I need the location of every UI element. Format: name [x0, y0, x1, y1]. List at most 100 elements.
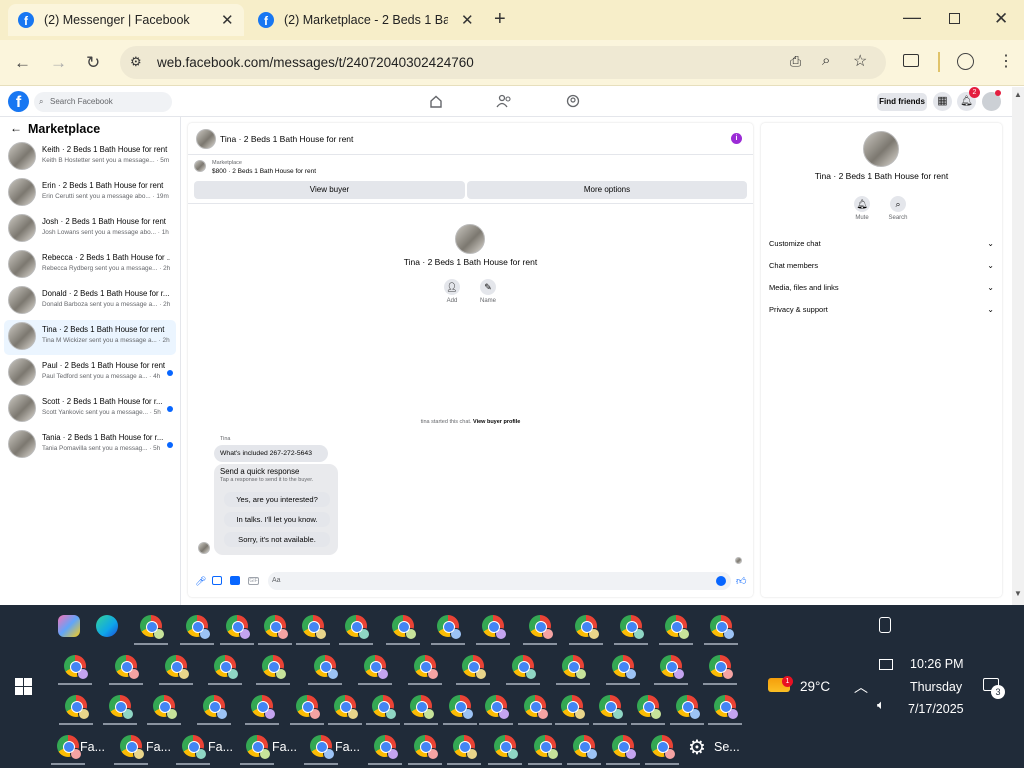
chrome-window-icon[interactable]	[374, 735, 399, 760]
chevron-up-icon[interactable]: ︿	[854, 677, 868, 697]
zoom-icon[interactable]: ⌕	[822, 52, 830, 69]
close-tab-icon[interactable]: ✕	[461, 11, 474, 29]
chrome-window-icon[interactable]	[562, 655, 587, 680]
home-icon[interactable]	[429, 95, 443, 108]
chrome-window-icon[interactable]	[251, 695, 276, 720]
install-app-icon[interactable]: ⎙	[790, 53, 801, 70]
settings-gear-icon[interactable]: ⚙	[688, 735, 706, 760]
conversation-item[interactable]: Keith · 2 Beds 1 Bath House for rent Keit…	[4, 140, 176, 175]
chrome-window-icon[interactable]	[561, 695, 586, 720]
chrome-window-icon[interactable]	[182, 735, 207, 760]
scroll-up-icon[interactable]: ▲	[1014, 90, 1022, 99]
chrome-window-icon[interactable]	[109, 695, 134, 720]
chrome-window-icon[interactable]	[65, 695, 90, 720]
chrome-window-icon[interactable]	[710, 615, 735, 640]
url-text[interactable]: web.facebook.com/messages/t/240720403024…	[157, 55, 474, 70]
profile-icon[interactable]	[957, 53, 974, 70]
emoji-icon[interactable]	[716, 576, 726, 586]
chrome-window-icon[interactable]	[392, 615, 417, 640]
chrome-window-icon[interactable]	[637, 695, 662, 720]
conversation-item[interactable]: Rebecca · 2 Beds 1 Bath House for ... Reb…	[4, 248, 176, 283]
back-arrow-icon[interactable]: ←	[10, 121, 22, 135]
edge-icon[interactable]	[96, 615, 118, 637]
chrome-window-icon[interactable]	[57, 735, 82, 760]
friends-icon[interactable]	[496, 94, 512, 108]
reload-icon[interactable]: ↻	[86, 53, 100, 73]
conversation-item-selected[interactable]: Tina · 2 Beds 1 Bath House for rent Tina …	[4, 320, 176, 355]
chrome-window-icon[interactable]	[714, 695, 739, 720]
quick-reply-button[interactable]: Yes, are you interested?	[224, 492, 330, 507]
chrome-window-icon[interactable]	[449, 695, 474, 720]
chrome-window-icon[interactable]	[410, 695, 435, 720]
chrome-window-icon[interactable]	[64, 655, 89, 680]
view-buyer-button[interactable]: View buyer	[194, 181, 465, 199]
chrome-window-icon[interactable]	[534, 735, 559, 760]
chrome-window-icon[interactable]	[482, 615, 507, 640]
conversation-item[interactable]: Josh · 2 Beds 1 Bath House for rent Josh …	[4, 212, 176, 247]
chrome-window-icon[interactable]	[437, 615, 462, 640]
tab-messenger[interactable]: f (2) Messenger | Facebook	[8, 4, 244, 36]
chrome-window-icon[interactable]	[529, 615, 554, 640]
chrome-window-icon[interactable]	[414, 655, 439, 680]
conversation-item[interactable]: Donald · 2 Beds 1 Bath House for r... Don…	[4, 284, 176, 319]
search-facebook-input[interactable]: ⌕ Search Facebook	[34, 92, 172, 112]
site-settings-icon[interactable]: ⚙	[130, 54, 142, 70]
page-scrollbar[interactable]: ▲ ▼	[1012, 87, 1024, 605]
chrome-window-icon[interactable]	[524, 695, 549, 720]
chrome-window-icon[interactable]	[246, 735, 271, 760]
chrome-window-icon[interactable]	[334, 695, 359, 720]
chrome-window-icon[interactable]	[165, 655, 190, 680]
back-arrow-icon[interactable]: ←	[14, 53, 31, 73]
chrome-window-icon[interactable]	[414, 735, 439, 760]
chrome-window-icon[interactable]	[573, 735, 598, 760]
gif-icon[interactable]: GIF	[248, 577, 259, 585]
groups-icon[interactable]	[566, 94, 580, 108]
chrome-window-icon[interactable]	[665, 615, 690, 640]
view-buyer-profile-link[interactable]: View buyer profile	[473, 419, 520, 425]
network-icon[interactable]	[879, 659, 893, 670]
chrome-window-icon[interactable]	[512, 655, 537, 680]
more-options-button[interactable]: More options	[467, 181, 747, 199]
new-tab-icon[interactable]: +	[494, 8, 506, 31]
windows-start-icon[interactable]	[15, 678, 32, 695]
chrome-window-icon[interactable]	[372, 695, 397, 720]
chrome-window-icon[interactable]	[302, 615, 327, 640]
chrome-window-icon[interactable]	[620, 615, 645, 640]
copilot-icon[interactable]	[58, 615, 80, 637]
chrome-window-icon[interactable]	[186, 615, 211, 640]
chrome-window-icon[interactable]	[612, 655, 637, 680]
message-composer-input[interactable]: Aa	[268, 572, 731, 590]
privacy-support-section[interactable]: Privacy & support ⌄	[769, 305, 994, 314]
tab-marketplace[interactable]: f (2) Marketplace - 2 Beds 1 Bath House …	[248, 4, 448, 36]
bookmark-star-icon[interactable]: ☆	[853, 51, 867, 71]
chat-header-title[interactable]: Tina · 2 Beds 1 Bath House for rent	[220, 134, 353, 144]
search-icon[interactable]: ⌕	[890, 196, 906, 212]
browser-menu-icon[interactable]: ⋮	[998, 51, 1014, 71]
conversation-item[interactable]: Scott · 2 Beds 1 Bath House for r... Scot…	[4, 392, 176, 427]
chrome-window-icon[interactable]	[296, 695, 321, 720]
info-icon[interactable]: i	[731, 133, 742, 144]
photo-icon[interactable]	[212, 576, 222, 585]
scroll-down-icon[interactable]: ▼	[1014, 589, 1022, 598]
add-person-icon[interactable]: 👤︎	[444, 279, 460, 295]
conversation-item[interactable]: Tania · 2 Beds 1 Bath House for r... Tani…	[4, 428, 176, 463]
chat-members-section[interactable]: Chat members ⌄	[769, 261, 994, 270]
chrome-window-icon[interactable]	[314, 655, 339, 680]
restore-window-icon[interactable]	[949, 13, 960, 24]
mute-bell-icon[interactable]: 🔔︎	[854, 196, 870, 212]
facebook-logo-icon[interactable]: f	[8, 91, 29, 112]
chrome-window-icon[interactable]	[115, 655, 140, 680]
menu-grid-icon[interactable]: ▦	[933, 92, 952, 111]
chrome-window-icon[interactable]	[453, 735, 478, 760]
find-friends-button[interactable]: Find friends	[877, 93, 927, 111]
clock-date[interactable]: 7/17/2025	[908, 702, 964, 716]
forward-arrow-icon[interactable]: →	[50, 53, 67, 73]
conversation-item[interactable]: Erin · 2 Beds 1 Bath House for rent Erin …	[4, 176, 176, 211]
chrome-window-icon[interactable]	[264, 615, 289, 640]
chrome-window-icon[interactable]	[599, 695, 624, 720]
chrome-window-icon[interactable]	[485, 695, 510, 720]
clock-time[interactable]: 10:26 PM	[910, 657, 964, 671]
conversation-item[interactable]: Paul · 2 Beds 1 Bath House for rent Paul …	[4, 356, 176, 391]
avatar[interactable]	[196, 129, 216, 149]
sticker-icon[interactable]	[230, 576, 240, 585]
